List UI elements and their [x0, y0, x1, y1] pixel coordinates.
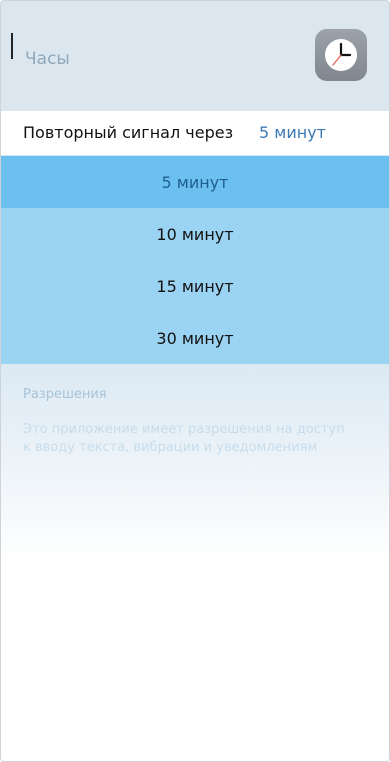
- snooze-value: 5 минут: [259, 123, 326, 142]
- app-title: Часы: [25, 49, 70, 69]
- snooze-setting-row[interactable]: Повторный сигнал через 5 минут: [1, 111, 389, 155]
- snooze-option-30[interactable]: 30 минут: [1, 312, 389, 364]
- clock-settings-screen: Часы Повторный сигнал через 5 минут 5 ми…: [0, 0, 390, 762]
- clock-icon: [315, 29, 367, 81]
- snooze-option-5[interactable]: 5 минут: [1, 156, 389, 208]
- permissions-title: Разрешения: [23, 387, 107, 402]
- snooze-options-list: 5 минут 10 минут 15 минут 30 минут: [1, 156, 389, 364]
- clock-face-icon: [325, 39, 357, 71]
- snooze-option-10[interactable]: 10 минут: [1, 208, 389, 260]
- scroll-indicator: [11, 33, 13, 59]
- header: Часы: [1, 1, 389, 111]
- snooze-label: Повторный сигнал через: [23, 123, 234, 142]
- permissions-text: Это приложение имеет разрешения на досту…: [23, 422, 345, 455]
- snooze-option-15[interactable]: 15 минут: [1, 260, 389, 312]
